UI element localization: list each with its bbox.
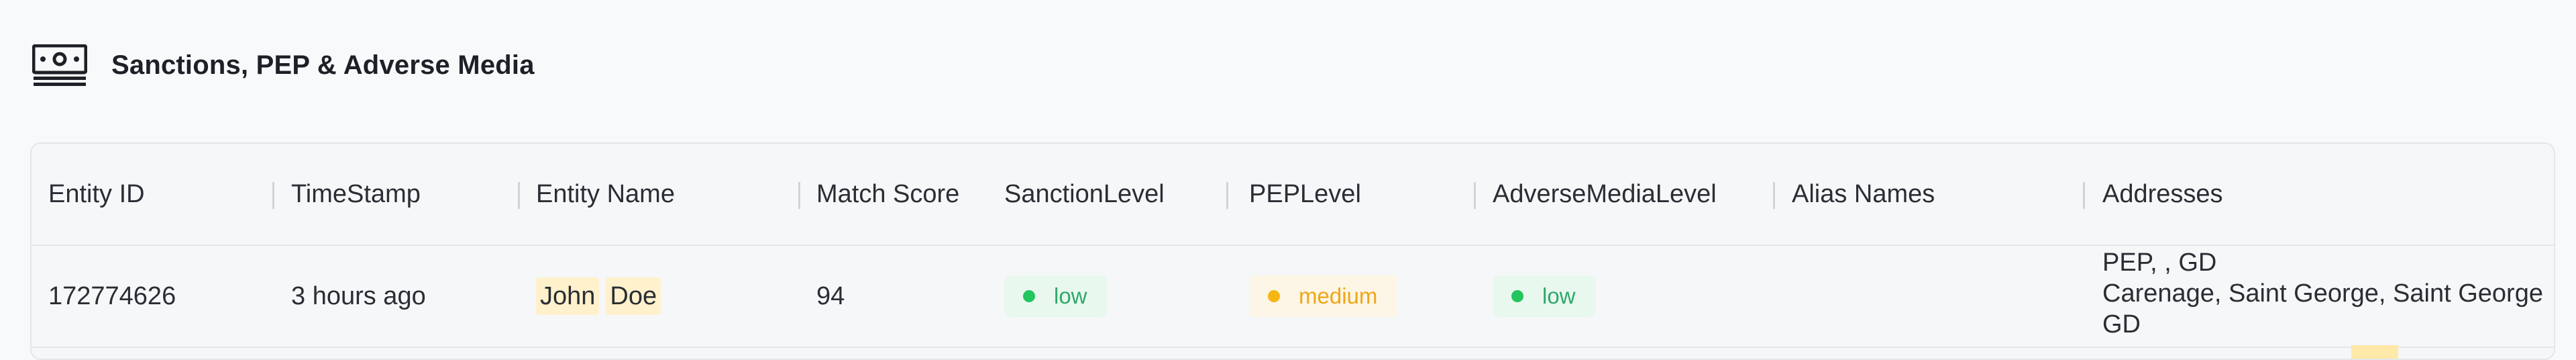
- cell-timestamp: 3 hours ago: [291, 281, 426, 310]
- address-line: PEP, , GD: [2102, 249, 2217, 277]
- address-line: GD: [2102, 310, 2141, 339]
- column-separator[interactable]: [1773, 182, 1775, 209]
- column-header-adverse-media-level[interactable]: AdverseMediaLevel: [1493, 144, 1717, 244]
- column-separator[interactable]: [798, 182, 800, 209]
- column-header-entity-id[interactable]: Entity ID: [48, 144, 145, 244]
- column-header-addresses[interactable]: Addresses: [2102, 144, 2223, 244]
- cell-entity-name: John Doe: [536, 246, 667, 347]
- column-header-timestamp[interactable]: TimeStamp: [291, 144, 421, 244]
- cell-pep-level: medium: [1249, 246, 1398, 347]
- cell-sanction-level: low: [1004, 246, 1108, 347]
- status-dot-icon: [1268, 290, 1280, 302]
- column-separator[interactable]: [1226, 182, 1228, 209]
- section-title: Sanctions, PEP & Adverse Media: [111, 50, 535, 80]
- address-line: Carenage, Saint George, Saint George: [2102, 279, 2543, 308]
- cell-entity-id: 172774626: [48, 281, 176, 310]
- column-header-entity-name[interactable]: Entity Name: [536, 144, 675, 244]
- cell-addresses: PEP, , GD Carenage, Saint George, Saint …: [2102, 246, 2554, 347]
- column-separator[interactable]: [2083, 182, 2085, 209]
- adverse-media-level-label: low: [1542, 283, 1576, 308]
- name-highlight: Doe: [606, 277, 661, 315]
- sanction-level-badge: low: [1004, 275, 1108, 317]
- adverse-media-level-badge: low: [1493, 275, 1596, 317]
- table-header: Entity ID TimeStamp Entity Name Match Sc…: [32, 144, 2554, 246]
- cell-match-score: 94: [816, 281, 845, 310]
- column-separator[interactable]: [518, 182, 520, 209]
- status-dot-icon: [1023, 290, 1035, 302]
- results-table: Entity ID TimeStamp Entity Name Match Sc…: [30, 142, 2555, 360]
- name-highlight: John: [536, 277, 600, 315]
- next-row-highlight: [2351, 345, 2398, 359]
- column-header-pep-level[interactable]: PEPLevel: [1249, 144, 1361, 244]
- column-header-match-score[interactable]: Match Score: [816, 144, 959, 244]
- sanction-level-label: low: [1054, 283, 1087, 308]
- column-separator[interactable]: [1474, 182, 1476, 209]
- column-header-sanction-level[interactable]: SanctionLevel: [1004, 144, 1165, 244]
- section-header: Sanctions, PEP & Adverse Media: [32, 42, 535, 89]
- column-separator[interactable]: [272, 182, 274, 209]
- pep-level-label: medium: [1299, 283, 1378, 308]
- pep-level-badge: medium: [1249, 275, 1398, 317]
- column-header-alias-names[interactable]: Alias Names: [1792, 144, 1935, 244]
- status-dot-icon: [1511, 290, 1523, 302]
- cell-adverse-media-level: low: [1493, 246, 1596, 347]
- table-row[interactable]: 172774626 3 hours ago John Doe 94 low me…: [32, 246, 2554, 348]
- banknote-icon: [32, 44, 87, 86]
